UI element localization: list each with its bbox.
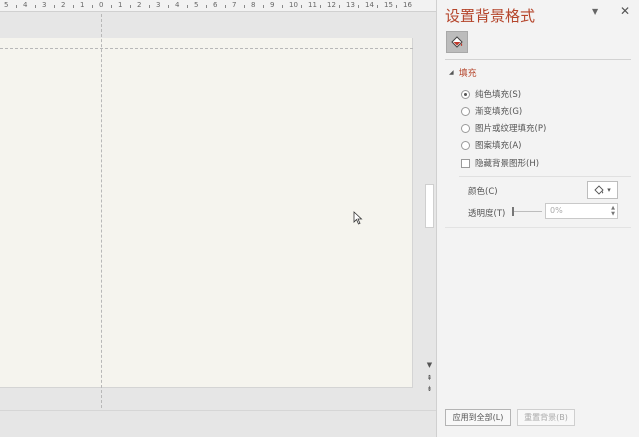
ruler-tick	[319, 5, 321, 8]
transparency-value: 0%	[550, 206, 563, 215]
fill-section-header[interactable]: ◢ 填充	[449, 66, 477, 79]
hide-background-graphics-option[interactable]: 隐藏背景图形(H)	[461, 157, 539, 169]
ruler-tick	[53, 5, 55, 8]
paint-bucket-icon	[594, 185, 604, 195]
ruler-label: 13	[346, 1, 355, 9]
fill-tab[interactable]	[446, 31, 468, 53]
chevron-down-icon: ▾	[607, 186, 611, 194]
ruler-label: 5	[194, 1, 199, 9]
apply-to-all-button[interactable]: 应用到全部(L)	[445, 409, 511, 426]
divider	[445, 59, 631, 60]
option-label: 渐变填充(G)	[475, 107, 523, 117]
hide-background-graphics-checkbox[interactable]	[461, 158, 470, 168]
ruler-label: 10	[289, 1, 298, 9]
mouse-pointer-icon	[353, 211, 363, 225]
ruler-tick	[376, 5, 378, 8]
ruler-label: 0	[99, 1, 104, 9]
option-label: 图案填充(A)	[475, 141, 522, 151]
ruler-tick	[34, 5, 36, 8]
ruler-tick	[262, 5, 264, 8]
pattern-fill-option[interactable]: 图案填充(A)	[461, 139, 521, 151]
paint-bucket-icon	[451, 36, 463, 48]
fill-section-label: 填充	[458, 69, 477, 79]
color-picker-button[interactable]: ▾	[587, 181, 618, 199]
ruler-tick	[15, 5, 17, 8]
solid-fill-radio[interactable]	[461, 89, 470, 99]
vertical-guide[interactable]	[101, 14, 102, 408]
scrollbar-thumb[interactable]	[425, 184, 434, 228]
ruler-tick	[243, 5, 245, 8]
option-label: 图片或纹理填充(P)	[475, 124, 547, 134]
ruler-tick	[129, 5, 131, 8]
gradient-fill-radio[interactable]	[461, 106, 470, 116]
ruler-label: 12	[327, 1, 336, 9]
ruler-label: 9	[270, 1, 275, 9]
ruler-label: 16	[403, 1, 412, 9]
ruler-label: 4	[175, 1, 180, 9]
ruler-tick	[357, 5, 359, 8]
pane-options-icon[interactable]: ▼	[592, 7, 598, 16]
divider	[459, 176, 631, 177]
ruler-label: 8	[251, 1, 256, 9]
color-label: 颜色(C)	[468, 187, 498, 197]
picture-texture-fill-option[interactable]: 图片或纹理填充(P)	[461, 122, 546, 134]
ruler-tick	[281, 5, 283, 8]
ruler-tick	[205, 5, 207, 8]
solid-fill-option[interactable]: 纯色填充(S)	[461, 88, 521, 100]
horizontal-ruler: 5 4 3 2 1 0 1 2 3 4 5 6 7 8 9 10 11 12 13 14 15 16	[0, 0, 436, 12]
ruler-tick	[186, 5, 188, 8]
ruler-tick	[300, 5, 302, 8]
transparency-input[interactable]: 0% ▲ ▼	[545, 203, 618, 219]
transparency-slider[interactable]	[512, 207, 542, 216]
slider-handle[interactable]	[512, 207, 514, 216]
ruler-label: 6	[213, 1, 218, 9]
notes-divider-area	[0, 410, 436, 437]
spinner-arrows-icon[interactable]: ▲ ▼	[611, 205, 615, 217]
next-slide-icon[interactable]: ⇟	[424, 384, 435, 394]
ruler-label: 7	[232, 1, 237, 9]
slide-editor: 5 4 3 2 1 0 1 2 3 4 5 6 7 8 9 10 11 12 13 14 15 16 ▼ ⇞ ⇟	[0, 0, 436, 437]
ruler-label: 5	[4, 1, 9, 9]
ruler-label: 1	[118, 1, 123, 9]
ruler-tick	[91, 5, 93, 8]
ruler-tick	[110, 5, 112, 8]
ruler-label: 4	[23, 1, 28, 9]
divider	[445, 227, 631, 228]
format-background-pane: 设置背景格式 ▼ ✕ ◢ 填充 纯色填充(S) 渐变填充(G) 图片或纹理填充(…	[436, 0, 639, 437]
close-icon[interactable]: ✕	[620, 4, 630, 18]
vertical-scrollbar[interactable]: ▼ ⇞ ⇟	[423, 12, 436, 398]
picture-texture-fill-radio[interactable]	[461, 123, 470, 133]
ruler-tick	[338, 5, 340, 8]
reset-background-button[interactable]: 重置背景(B)	[517, 409, 575, 426]
collapse-triangle-icon: ◢	[449, 69, 454, 76]
ruler-label: 1	[80, 1, 85, 9]
gradient-fill-option[interactable]: 渐变填充(G)	[461, 105, 522, 117]
ruler-label: 3	[42, 1, 47, 9]
pane-title: 设置背景格式	[445, 7, 536, 25]
scroll-down-icon[interactable]: ▼	[424, 360, 435, 370]
ruler-label: 2	[137, 1, 142, 9]
slider-track[interactable]	[514, 211, 542, 212]
ruler-tick	[224, 5, 226, 8]
transparency-label: 透明度(T)	[468, 209, 506, 219]
option-label: 隐藏背景图形(H)	[475, 159, 540, 169]
previous-slide-icon[interactable]: ⇞	[424, 373, 435, 383]
ruler-label: 15	[384, 1, 393, 9]
pattern-fill-radio[interactable]	[461, 140, 470, 150]
ruler-label: 14	[365, 1, 374, 9]
ruler-label: 2	[61, 1, 66, 9]
slide-canvas[interactable]	[0, 38, 413, 388]
ruler-label: 3	[156, 1, 161, 9]
ruler-tick	[167, 5, 169, 8]
ruler-tick	[148, 5, 150, 8]
ruler-label: 11	[308, 1, 317, 9]
ruler-tick	[395, 5, 397, 8]
ruler-tick	[72, 5, 74, 8]
horizontal-guide[interactable]	[0, 48, 413, 49]
option-label: 纯色填充(S)	[475, 90, 522, 100]
